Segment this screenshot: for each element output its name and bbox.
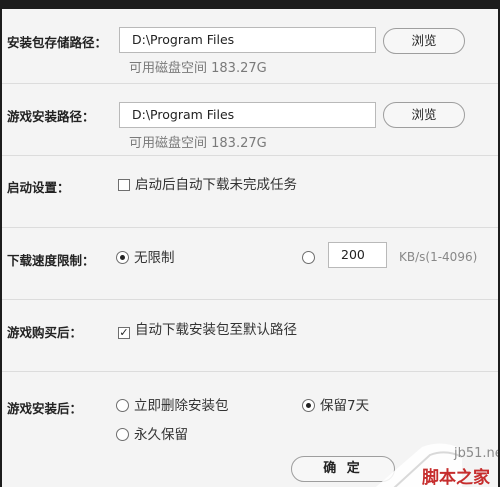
speed-limit-label: 下载速度限制： bbox=[7, 253, 95, 268]
after-install-keep7-radio[interactable] bbox=[302, 399, 315, 412]
startup-auto-download-label: 启动后自动下载未完成任务 bbox=[135, 177, 297, 193]
install-package-free-space: 可用磁盘空间 183.27G bbox=[129, 61, 267, 76]
install-package-path-label: 安装包存储路径： bbox=[7, 35, 108, 50]
divider bbox=[2, 155, 498, 156]
startup-auto-download-option[interactable]: 启动后自动下载未完成任务 bbox=[118, 177, 297, 193]
after-install-keep-forever-radio[interactable] bbox=[116, 428, 129, 441]
speed-unlimited-radio[interactable] bbox=[116, 251, 129, 264]
install-package-browse-button[interactable]: 浏览 bbox=[383, 28, 465, 54]
divider bbox=[2, 227, 498, 228]
after-purchase-label: 游戏购买后： bbox=[7, 325, 83, 340]
after-install-delete-option[interactable]: 立即删除安装包 bbox=[116, 398, 229, 414]
divider bbox=[2, 299, 498, 300]
after-install-keep7-label: 保留7天 bbox=[320, 398, 370, 414]
speed-limit-input[interactable]: 200 bbox=[328, 242, 387, 268]
speed-unlimited-option[interactable]: 无限制 bbox=[116, 250, 175, 266]
after-install-keep-forever-label: 永久保留 bbox=[134, 427, 188, 443]
watermark-text: 脚本之家 bbox=[422, 468, 490, 487]
game-install-path-label: 游戏安装路径： bbox=[7, 109, 95, 124]
after-purchase-option-label: 自动下载安装包至默认路径 bbox=[135, 322, 297, 338]
after-purchase-auto-download-option[interactable]: ✓ 自动下载安装包至默认路径 bbox=[118, 322, 297, 339]
game-install-free-space: 可用磁盘空间 183.27G bbox=[129, 136, 267, 151]
speed-limit-radio[interactable] bbox=[302, 251, 315, 264]
divider bbox=[2, 371, 498, 372]
after-install-keep-forever-option[interactable]: 永久保留 bbox=[116, 427, 188, 443]
game-install-browse-button[interactable]: 浏览 bbox=[383, 102, 465, 128]
settings-panel: 安装包存储路径： D:\Program Files 浏览 可用磁盘空间 183.… bbox=[2, 9, 498, 487]
speed-unlimited-label: 无限制 bbox=[134, 250, 175, 266]
after-install-keep7-option[interactable]: 保留7天 bbox=[302, 398, 369, 414]
after-install-delete-radio[interactable] bbox=[116, 399, 129, 412]
after-install-delete-label: 立即删除安装包 bbox=[134, 398, 229, 414]
game-install-path-input[interactable]: D:\Program Files bbox=[119, 102, 376, 128]
speed-unit-label: KB/s(1-4096) bbox=[399, 250, 478, 264]
after-purchase-checkbox[interactable]: ✓ bbox=[118, 327, 130, 339]
divider bbox=[2, 83, 498, 84]
startup-label: 启动设置： bbox=[7, 180, 70, 195]
startup-auto-download-checkbox[interactable] bbox=[118, 179, 130, 191]
speed-limit-option[interactable] bbox=[302, 250, 320, 266]
watermark-site: jb51.net bbox=[454, 446, 498, 461]
install-package-path-input[interactable]: D:\Program Files bbox=[119, 27, 376, 53]
after-install-label: 游戏安装后： bbox=[7, 401, 83, 416]
